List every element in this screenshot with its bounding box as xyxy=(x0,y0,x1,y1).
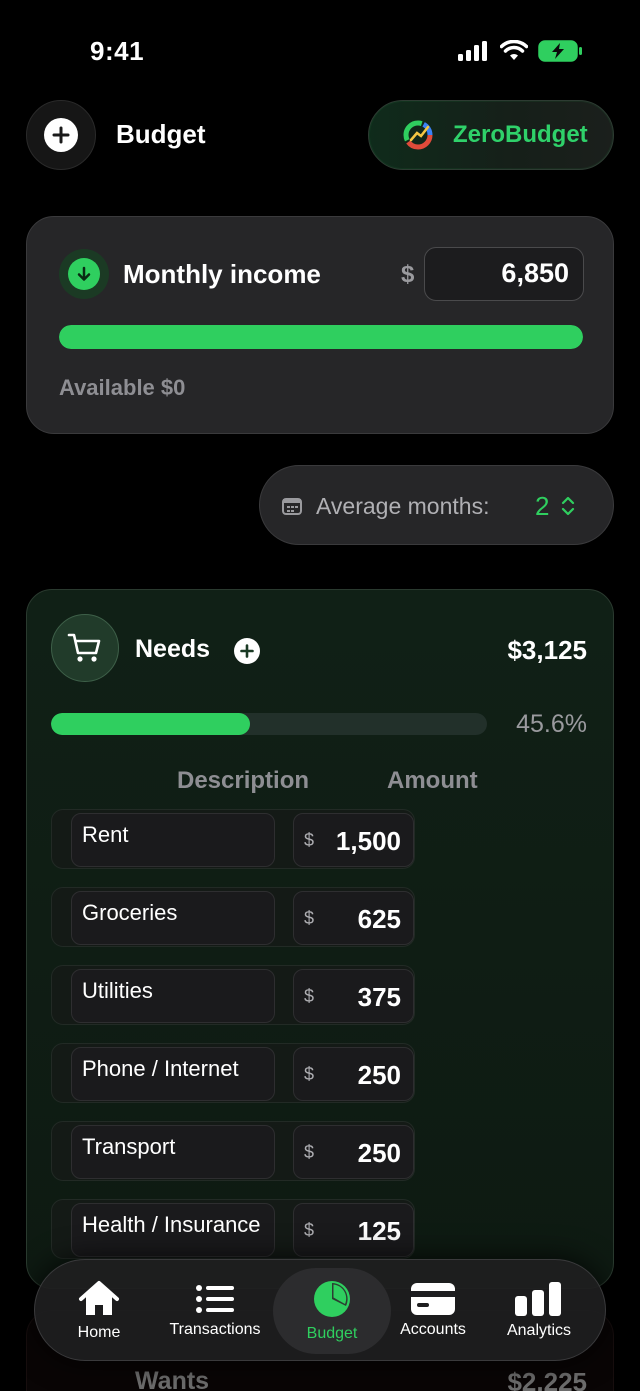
table-row: Groceries $ 625 xyxy=(51,887,415,947)
tab-transactions[interactable]: Transactions xyxy=(161,1260,269,1362)
status-bar: 9:41 xyxy=(0,0,640,100)
tab-bar: Home Transactions Budget Accounts Analyt… xyxy=(34,1259,606,1361)
currency-symbol: $ xyxy=(304,908,315,928)
description-input[interactable]: Transport xyxy=(71,1125,275,1179)
signal-icon xyxy=(458,41,487,61)
battery-charging-icon xyxy=(538,40,582,62)
description-input[interactable]: Phone / Internet xyxy=(71,1047,275,1101)
tab-label: Budget xyxy=(306,1325,358,1342)
column-header-description: Description xyxy=(177,767,310,794)
wifi-icon xyxy=(500,40,528,60)
amount-value: 375 xyxy=(357,982,401,1012)
amount-value: 625 xyxy=(357,904,401,934)
brand-name: ZeroBudget xyxy=(453,121,588,148)
page-title: Budget xyxy=(116,119,206,149)
status-time: 9:41 xyxy=(90,36,145,66)
home-icon xyxy=(79,1281,119,1315)
table-row: Health / Insurance $ 125 xyxy=(51,1199,415,1259)
amount-value: 250 xyxy=(357,1138,401,1168)
average-months-value: 2 xyxy=(535,491,550,521)
needs-total: $3,125 xyxy=(507,635,587,665)
list-icon xyxy=(196,1285,234,1313)
needs-card: Needs $3,125 45.6% Description Amount Re… xyxy=(26,589,614,1289)
pie-chart-icon xyxy=(314,1281,350,1317)
table-row: Utilities $ 375 xyxy=(51,965,415,1025)
brand-badge[interactable]: ZeroBudget xyxy=(368,100,614,170)
amount-input[interactable]: $ 250 xyxy=(293,1047,414,1101)
amount-input[interactable]: $ 250 xyxy=(293,1125,414,1179)
chevron-up-down-icon xyxy=(561,496,575,516)
income-icon-wrap xyxy=(59,249,109,299)
currency-symbol: $ xyxy=(304,1064,315,1084)
amount-value: 125 xyxy=(357,1216,401,1246)
description-input[interactable]: Utilities xyxy=(71,969,275,1023)
needs-progress-fill xyxy=(51,713,250,735)
tab-accounts[interactable]: Accounts xyxy=(387,1260,479,1362)
plus-icon xyxy=(240,644,254,658)
tab-label: Home xyxy=(77,1324,121,1341)
average-months-label: Average months: xyxy=(316,493,490,519)
add-need-button[interactable] xyxy=(234,638,260,664)
credit-card-icon xyxy=(411,1283,455,1315)
income-card: Monthly income $ 6,850 Available $0 xyxy=(26,216,614,434)
needs-title: Needs xyxy=(135,635,211,663)
needs-progress-bar xyxy=(51,713,487,735)
table-row: Phone / Internet $ 250 xyxy=(51,1043,415,1103)
description-input[interactable]: Health / Insurance xyxy=(71,1203,275,1257)
header: Budget ZeroBudget xyxy=(0,100,640,170)
column-header-amount: Amount xyxy=(387,767,478,794)
tab-label: Accounts xyxy=(400,1321,466,1338)
average-months-selector[interactable]: Average months: 2 xyxy=(259,465,614,545)
income-progress-bar xyxy=(59,325,583,349)
amount-input[interactable]: $ 625 xyxy=(293,891,414,945)
income-label: Monthly income xyxy=(123,259,321,289)
tab-home[interactable]: Home xyxy=(53,1260,145,1362)
currency-symbol: $ xyxy=(304,1220,315,1240)
wants-total: $2,225 xyxy=(507,1367,587,1391)
wants-title: Wants xyxy=(135,1367,210,1391)
tab-label: Transactions xyxy=(169,1321,261,1338)
bar-chart-icon xyxy=(515,1282,561,1316)
calendar-icon xyxy=(282,498,302,515)
table-row: Transport $ 250 xyxy=(51,1121,415,1181)
amount-value: 1,500 xyxy=(335,826,401,856)
tab-label: Analytics xyxy=(506,1322,572,1339)
amount-value: 250 xyxy=(357,1060,401,1090)
income-progress-fill xyxy=(59,325,583,349)
amount-input[interactable]: $ 375 xyxy=(293,969,414,1023)
arrow-down-icon xyxy=(68,258,100,290)
brand-logo-icon xyxy=(403,120,433,150)
status-icons xyxy=(458,40,584,62)
tab-budget[interactable]: Budget xyxy=(273,1268,391,1354)
income-currency: $ xyxy=(401,261,415,288)
amount-input[interactable]: $ 1,500 xyxy=(293,813,414,867)
amount-input[interactable]: $ 125 xyxy=(293,1203,414,1257)
add-button[interactable] xyxy=(26,100,96,170)
income-input[interactable]: 6,850 xyxy=(424,247,584,301)
currency-symbol: $ xyxy=(304,830,315,850)
currency-symbol: $ xyxy=(304,1142,315,1162)
needs-percent: 45.6% xyxy=(516,710,587,738)
description-input[interactable]: Rent xyxy=(71,813,275,867)
description-input[interactable]: Groceries xyxy=(71,891,275,945)
available-amount: Available $0 xyxy=(59,375,186,400)
tab-analytics[interactable]: Analytics xyxy=(493,1260,585,1362)
cart-icon xyxy=(51,614,119,682)
currency-symbol: $ xyxy=(304,986,315,1006)
plus-icon xyxy=(44,118,78,152)
table-row: Rent $ 1,500 xyxy=(51,809,415,869)
